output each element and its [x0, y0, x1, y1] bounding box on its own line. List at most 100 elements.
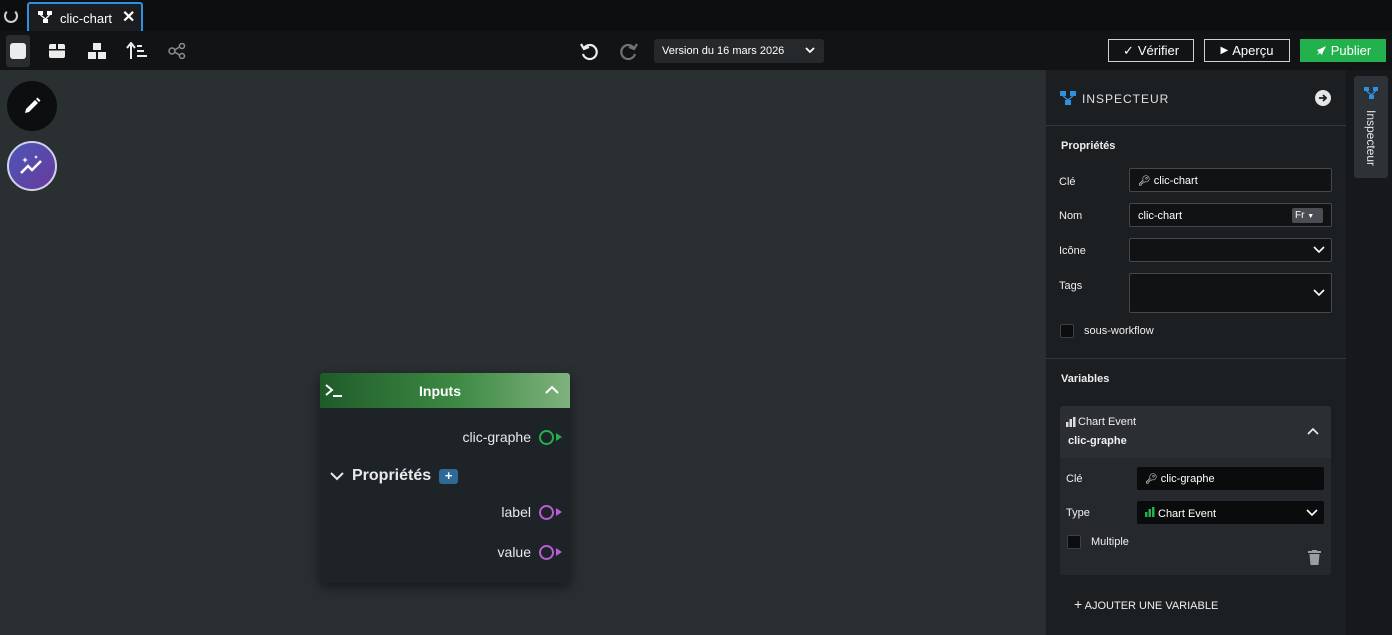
check-icon: ✓: [1122, 42, 1134, 58]
output-port[interactable]: [539, 544, 554, 560]
variable-type-select[interactable]: Chart Event: [1137, 501, 1324, 524]
workflow-icon: [1060, 91, 1076, 105]
pencil-icon: [25, 97, 41, 113]
share-icon[interactable]: [166, 40, 188, 62]
variable-card: Chart Event clic-graphe Clé 🔑︎ clic-grap…: [1060, 406, 1331, 575]
preview-button[interactable]: ▶ Aperçu: [1204, 39, 1290, 62]
nom-value: clic-chart: [1138, 210, 1183, 222]
preview-label: Aperçu: [1232, 43, 1274, 58]
workflow-icon: [38, 11, 52, 23]
publish-label: Publier: [1330, 43, 1372, 58]
add-variable-label: AJOUTER UNE VARIABLE: [1084, 600, 1219, 612]
variable-name: clic-graphe: [1068, 435, 1127, 447]
collapse-arrow-icon[interactable]: [1315, 90, 1331, 106]
properties-group[interactable]: Propriétés +: [330, 467, 459, 485]
properties-label: Propriétés: [352, 467, 432, 484]
divider: [1046, 358, 1346, 359]
cle-field[interactable]: 🔑︎ clic-chart: [1129, 168, 1332, 192]
variable-cle-value: clic-graphe: [1160, 473, 1215, 485]
bar-chart-icon: [1066, 417, 1076, 427]
boxes-icon[interactable]: [86, 40, 108, 62]
multiple-checkbox[interactable]: [1067, 535, 1081, 549]
version-select[interactable]: Version du 16 mars 2026: [654, 39, 824, 63]
port-arrow-icon: [556, 548, 562, 556]
tab-label: clic-chart: [60, 11, 113, 26]
chevron-up-icon[interactable]: [545, 385, 559, 395]
inputs-node[interactable]: Inputs clic-graphe Propriétés + label va…: [320, 373, 570, 583]
ai-assistant-button[interactable]: [7, 141, 57, 191]
play-icon: ▶: [1220, 45, 1229, 56]
cle-value: clic-chart: [1153, 175, 1198, 187]
port-arrow-icon: [556, 508, 562, 516]
add-variable-button[interactable]: + AJOUTER UNE VARIABLE: [1074, 596, 1218, 612]
trash-icon[interactable]: [1308, 550, 1321, 565]
workflow-icon: [1364, 87, 1378, 99]
version-label: Version du 16 mars 2026: [662, 45, 785, 57]
chevron-down-icon: [1313, 246, 1325, 254]
inspector-rail-tab[interactable]: Inspecteur: [1354, 76, 1388, 178]
key-icon: 🔑︎: [1138, 176, 1151, 187]
rocket-icon: [1316, 45, 1326, 55]
chevron-down-icon: [805, 47, 815, 54]
nom-field[interactable]: clic-chart Fr ▼: [1129, 203, 1332, 227]
verify-button[interactable]: ✓ Vérifier: [1108, 39, 1194, 62]
variable-type-field-label: Type: [1066, 507, 1090, 519]
variable-type-value: Chart Event: [1158, 508, 1217, 520]
sparkle-chart-icon: [20, 155, 42, 174]
property-port-row[interactable]: label: [501, 504, 562, 520]
publish-button[interactable]: Publier: [1300, 39, 1386, 62]
box-icon[interactable]: [46, 40, 68, 62]
edit-button[interactable]: [7, 81, 57, 131]
properties-section-title: Propriétés: [1061, 140, 1116, 152]
bar-chart-icon: [1145, 507, 1155, 517]
redo-icon[interactable]: [618, 40, 640, 62]
inspector-rail-label: Inspecteur: [1364, 110, 1378, 167]
variable-type-label: Chart Event: [1078, 416, 1137, 428]
tags-select[interactable]: [1129, 273, 1332, 313]
output-port[interactable]: [539, 429, 554, 445]
right-rail: Inspecteur: [1346, 70, 1392, 635]
port-label: value: [497, 544, 531, 560]
event-port-row[interactable]: clic-graphe: [463, 429, 562, 445]
plus-icon: +: [1074, 596, 1083, 612]
language-label: Fr: [1295, 210, 1305, 221]
toolbar: Version du 16 mars 2026 ✓ Vérifier ▶ Aperç…: [0, 31, 1392, 70]
reload-icon[interactable]: [4, 9, 18, 23]
multiple-label: Multiple: [1091, 536, 1129, 548]
node-header[interactable]: Inputs: [320, 373, 570, 408]
chevron-down-icon: [1313, 289, 1325, 297]
tags-label: Tags: [1059, 280, 1083, 292]
tab-bar: clic-chart ✕: [0, 0, 1392, 31]
icone-label: Icône: [1059, 245, 1086, 257]
variable-cle-field[interactable]: 🔑︎ clic-graphe: [1137, 467, 1324, 490]
variable-header[interactable]: Chart Event clic-graphe: [1060, 406, 1331, 458]
port-arrow-icon: [556, 433, 562, 441]
node-title: Inputs: [419, 383, 461, 399]
key-icon: 🔑︎: [1145, 474, 1158, 485]
add-property-button[interactable]: +: [439, 468, 459, 484]
language-select[interactable]: Fr ▼: [1292, 208, 1323, 223]
subworkflow-checkbox[interactable]: [1060, 324, 1074, 338]
property-port-row[interactable]: value: [498, 544, 562, 560]
cle-label: Clé: [1059, 176, 1076, 188]
inspector-title: INSPECTEUR: [1082, 92, 1170, 106]
port-label: clic-graphe: [462, 429, 531, 445]
inspector-panel: INSPECTEUR Propriétés Clé 🔑︎ clic-chart …: [1046, 70, 1346, 635]
variable-cle-label: Clé: [1066, 473, 1083, 485]
caret-down-icon: ▼: [1307, 213, 1315, 220]
select-tool-button[interactable]: [6, 35, 30, 67]
sort-icon[interactable]: [126, 40, 148, 62]
icone-select[interactable]: [1129, 238, 1332, 262]
chevron-down-icon: [330, 472, 344, 481]
output-port[interactable]: [539, 504, 554, 520]
chevron-up-icon[interactable]: [1307, 427, 1319, 435]
subworkflow-label: sous-workflow: [1084, 325, 1154, 337]
undo-icon[interactable]: [578, 40, 600, 62]
verify-label: Vérifier: [1137, 43, 1180, 58]
inspector-header: INSPECTEUR: [1046, 70, 1346, 126]
tab-clic-chart[interactable]: clic-chart ✕: [27, 2, 143, 31]
nom-label: Nom: [1059, 210, 1083, 222]
chevron-down-icon: [1306, 509, 1318, 517]
variables-section-title: Variables: [1061, 373, 1110, 385]
close-tab-icon[interactable]: ✕: [122, 7, 135, 27]
